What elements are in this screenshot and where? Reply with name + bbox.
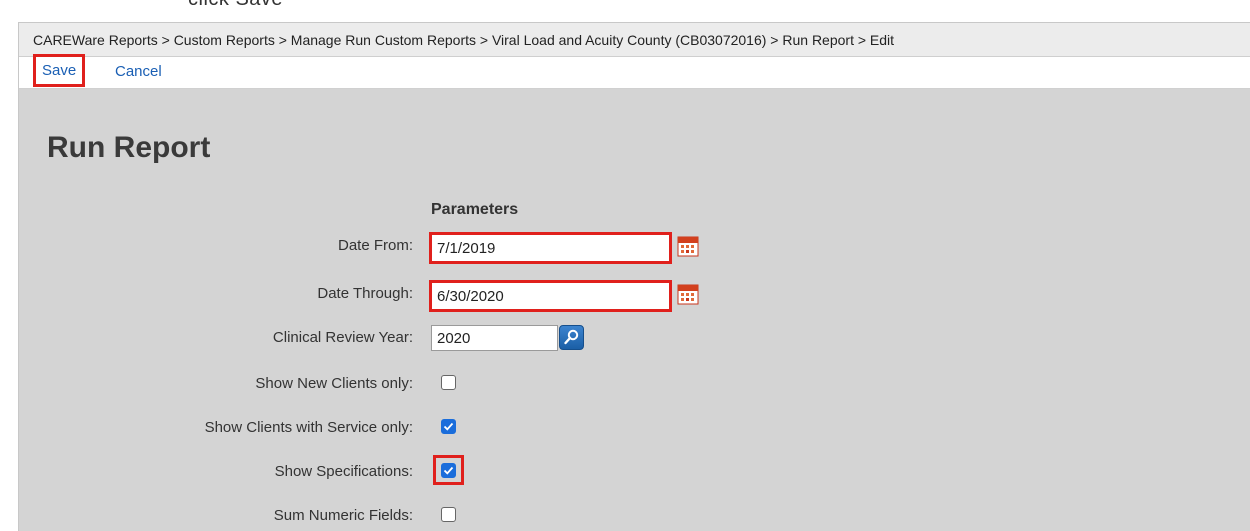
clinical-review-year-label: Clinical Review Year: xyxy=(272,329,413,346)
sum-numeric-fields-row: Sum Numeric Fields: xyxy=(19,503,719,529)
date-through-row: Date Through: xyxy=(19,280,719,312)
show-new-clients-row: Show New Clients only: xyxy=(19,371,719,397)
toolbar: Save Cancel xyxy=(19,54,1250,89)
clinical-review-year-input[interactable] xyxy=(431,325,558,351)
show-clients-service-label: Show Clients with Service only: xyxy=(204,419,413,436)
show-clients-service-row: Show Clients with Service only: xyxy=(19,415,719,441)
show-new-clients-label: Show New Clients only: xyxy=(255,375,413,392)
cancel-button[interactable]: Cancel xyxy=(115,57,162,87)
show-new-clients-checkbox[interactable] xyxy=(441,375,456,390)
breadcrumb: CAREWare Reports > Custom Reports > Mana… xyxy=(19,23,1250,57)
parameters-heading: Parameters xyxy=(431,201,519,218)
careware-window: CAREWare Reports > Custom Reports > Mana… xyxy=(18,22,1250,531)
save-button[interactable]: Save xyxy=(33,54,86,87)
calendar-icon[interactable] xyxy=(677,235,699,257)
show-specifications-label: Show Specifications: xyxy=(274,463,413,480)
date-through-input[interactable] xyxy=(429,280,672,312)
sum-numeric-fields-label: Sum Numeric Fields: xyxy=(273,507,413,524)
cropped-caption-text: click Save xyxy=(188,0,283,11)
date-from-row: Date From: xyxy=(19,232,719,264)
calendar-icon[interactable] xyxy=(677,283,699,305)
show-specifications-checkbox[interactable] xyxy=(441,463,456,478)
show-clients-service-checkbox[interactable] xyxy=(441,419,456,434)
lookup-icon[interactable] xyxy=(559,325,584,350)
show-specifications-row: Show Specifications: xyxy=(19,455,719,485)
date-from-label: Date From: xyxy=(337,237,413,254)
clinical-review-year-row: Clinical Review Year: xyxy=(19,325,719,351)
page-title: Run Report xyxy=(47,131,211,164)
date-from-input[interactable] xyxy=(429,232,672,264)
sum-numeric-fields-checkbox[interactable] xyxy=(441,507,456,522)
date-through-label: Date Through: xyxy=(317,285,413,302)
